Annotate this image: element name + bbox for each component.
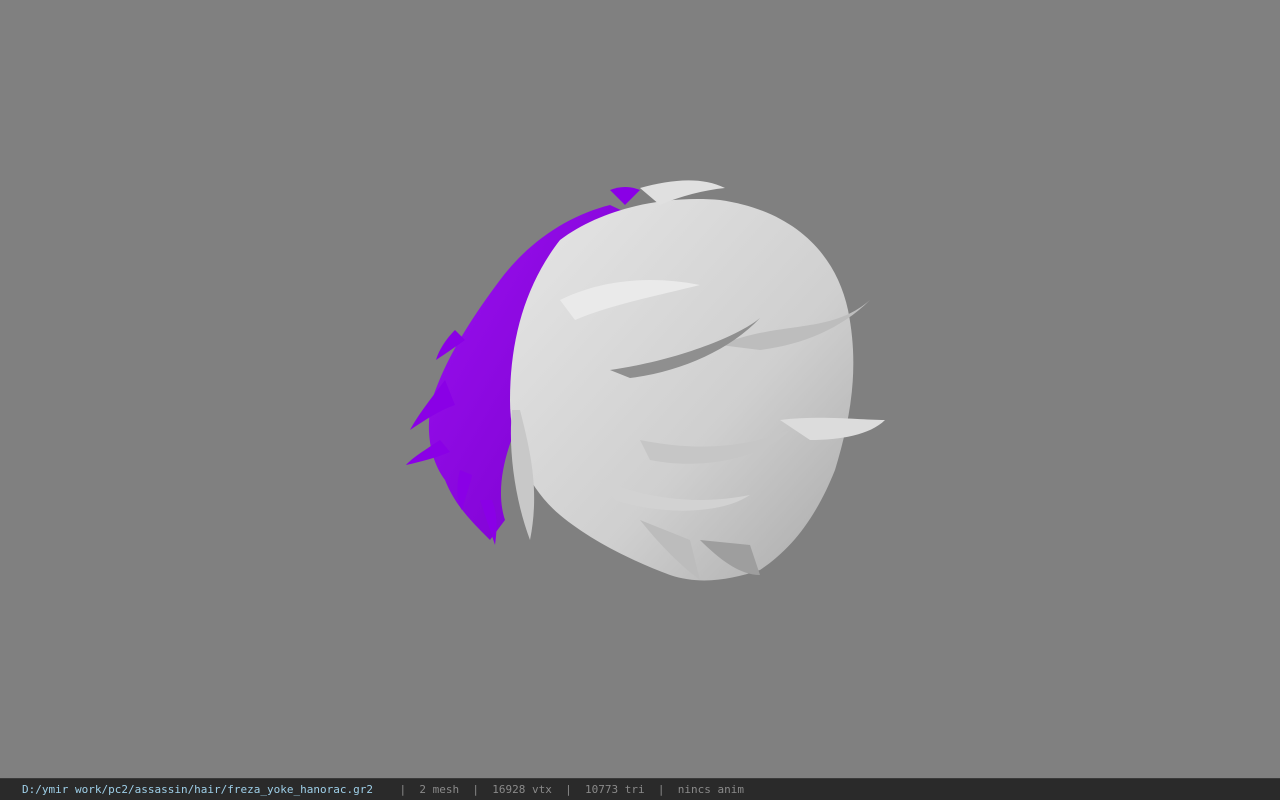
status-bar: D:/ymir work/pc2/assassin/hair/freza_yok… — [0, 778, 1280, 800]
status-separator: | — [657, 783, 665, 796]
3d-viewport[interactable] — [0, 0, 1280, 778]
status-separator: | — [565, 783, 572, 796]
status-separator: | — [399, 783, 407, 796]
hair-mesh-model[interactable] — [0, 0, 1280, 778]
anim-status-text: nincs anim — [677, 783, 744, 796]
file-path-text: D:/ymir work/pc2/assassin/hair/freza_yok… — [22, 783, 373, 796]
hair-mesh-white — [510, 180, 885, 581]
vertex-count-text: 16928 vtx — [492, 783, 552, 796]
status-separator: | — [472, 783, 479, 796]
triangle-count-text: 10773 tri — [584, 783, 645, 796]
mesh-count-text: 2 mesh — [419, 783, 460, 796]
